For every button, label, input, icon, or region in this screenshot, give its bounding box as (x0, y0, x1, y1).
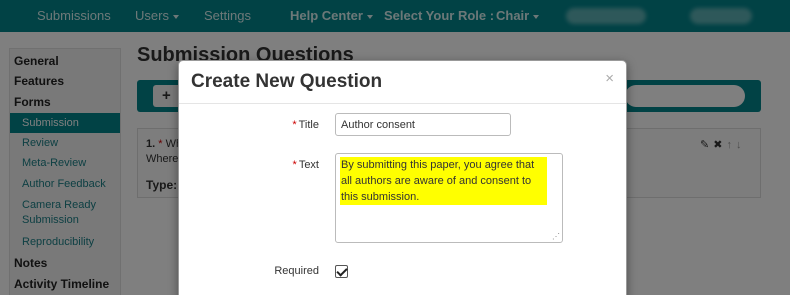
close-icon[interactable]: × (605, 70, 614, 87)
text-field-value: By submitting this paper, you agree that… (340, 157, 547, 205)
title-label-text: Title (298, 119, 319, 131)
dialog-title: Create New Question (191, 71, 383, 92)
title-field-label: * Title (179, 119, 319, 131)
dialog-divider (179, 103, 626, 104)
text-field[interactable]: By submitting this paper, you agree that… (335, 153, 563, 243)
required-checkbox[interactable] (335, 265, 348, 278)
create-question-dialog: Create New Question × *Title *Text By su… (178, 60, 627, 295)
required-marker: * (292, 119, 297, 131)
text-label-text: Text (298, 159, 319, 171)
required-field-label: Required (274, 265, 319, 277)
resize-handle-icon[interactable]: ⋰ (552, 233, 560, 241)
required-marker: * (292, 159, 297, 171)
text-field-label: * Text (179, 159, 319, 171)
title-field[interactable] (335, 113, 511, 136)
